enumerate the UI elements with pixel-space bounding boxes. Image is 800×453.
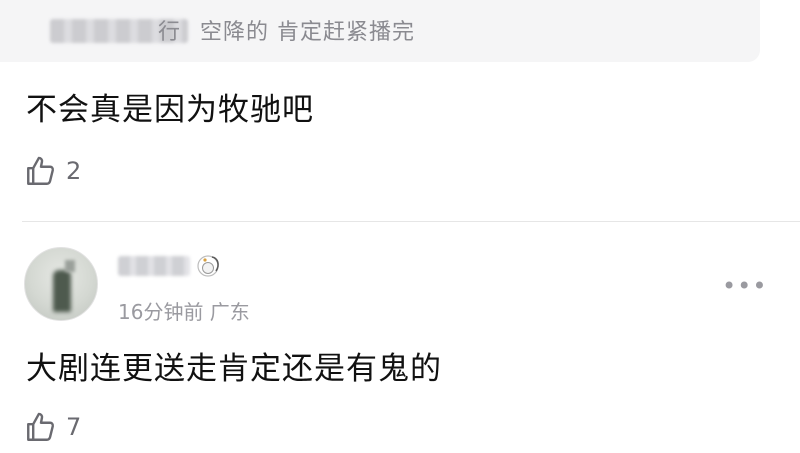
more-options-icon[interactable]: ••• bbox=[722, 274, 767, 298]
quoted-reply-text: 空降的 肯定赶紧播完 bbox=[200, 20, 415, 45]
like-count: 7 bbox=[66, 413, 82, 441]
thumbs-up-icon bbox=[27, 156, 55, 185]
thumbs-up-icon bbox=[27, 412, 55, 441]
comment-divider bbox=[22, 221, 800, 222]
avatar-figure-detail bbox=[65, 260, 75, 272]
quoted-reply-box[interactable]: 行 空降的 肯定赶紧播完 bbox=[0, 0, 760, 62]
comment-meta: 16分钟前 广东 bbox=[118, 296, 250, 325]
avatar-figure bbox=[53, 270, 71, 312]
like-button[interactable]: 7 bbox=[24, 410, 81, 444]
like-button[interactable]: 2 bbox=[24, 154, 81, 188]
like-count: 2 bbox=[66, 157, 82, 185]
avatar[interactable] bbox=[24, 247, 98, 321]
quoted-author-name-tail: 行 bbox=[158, 20, 181, 45]
comment-text: 大剧连更送走肯定还是有鬼的 bbox=[26, 351, 442, 387]
comment-text: 不会真是因为牧驰吧 bbox=[26, 92, 314, 128]
user-badge-icon bbox=[197, 255, 219, 277]
comment-time-location: 16分钟前 广东 bbox=[118, 300, 250, 324]
username-blurred[interactable] bbox=[118, 256, 190, 276]
